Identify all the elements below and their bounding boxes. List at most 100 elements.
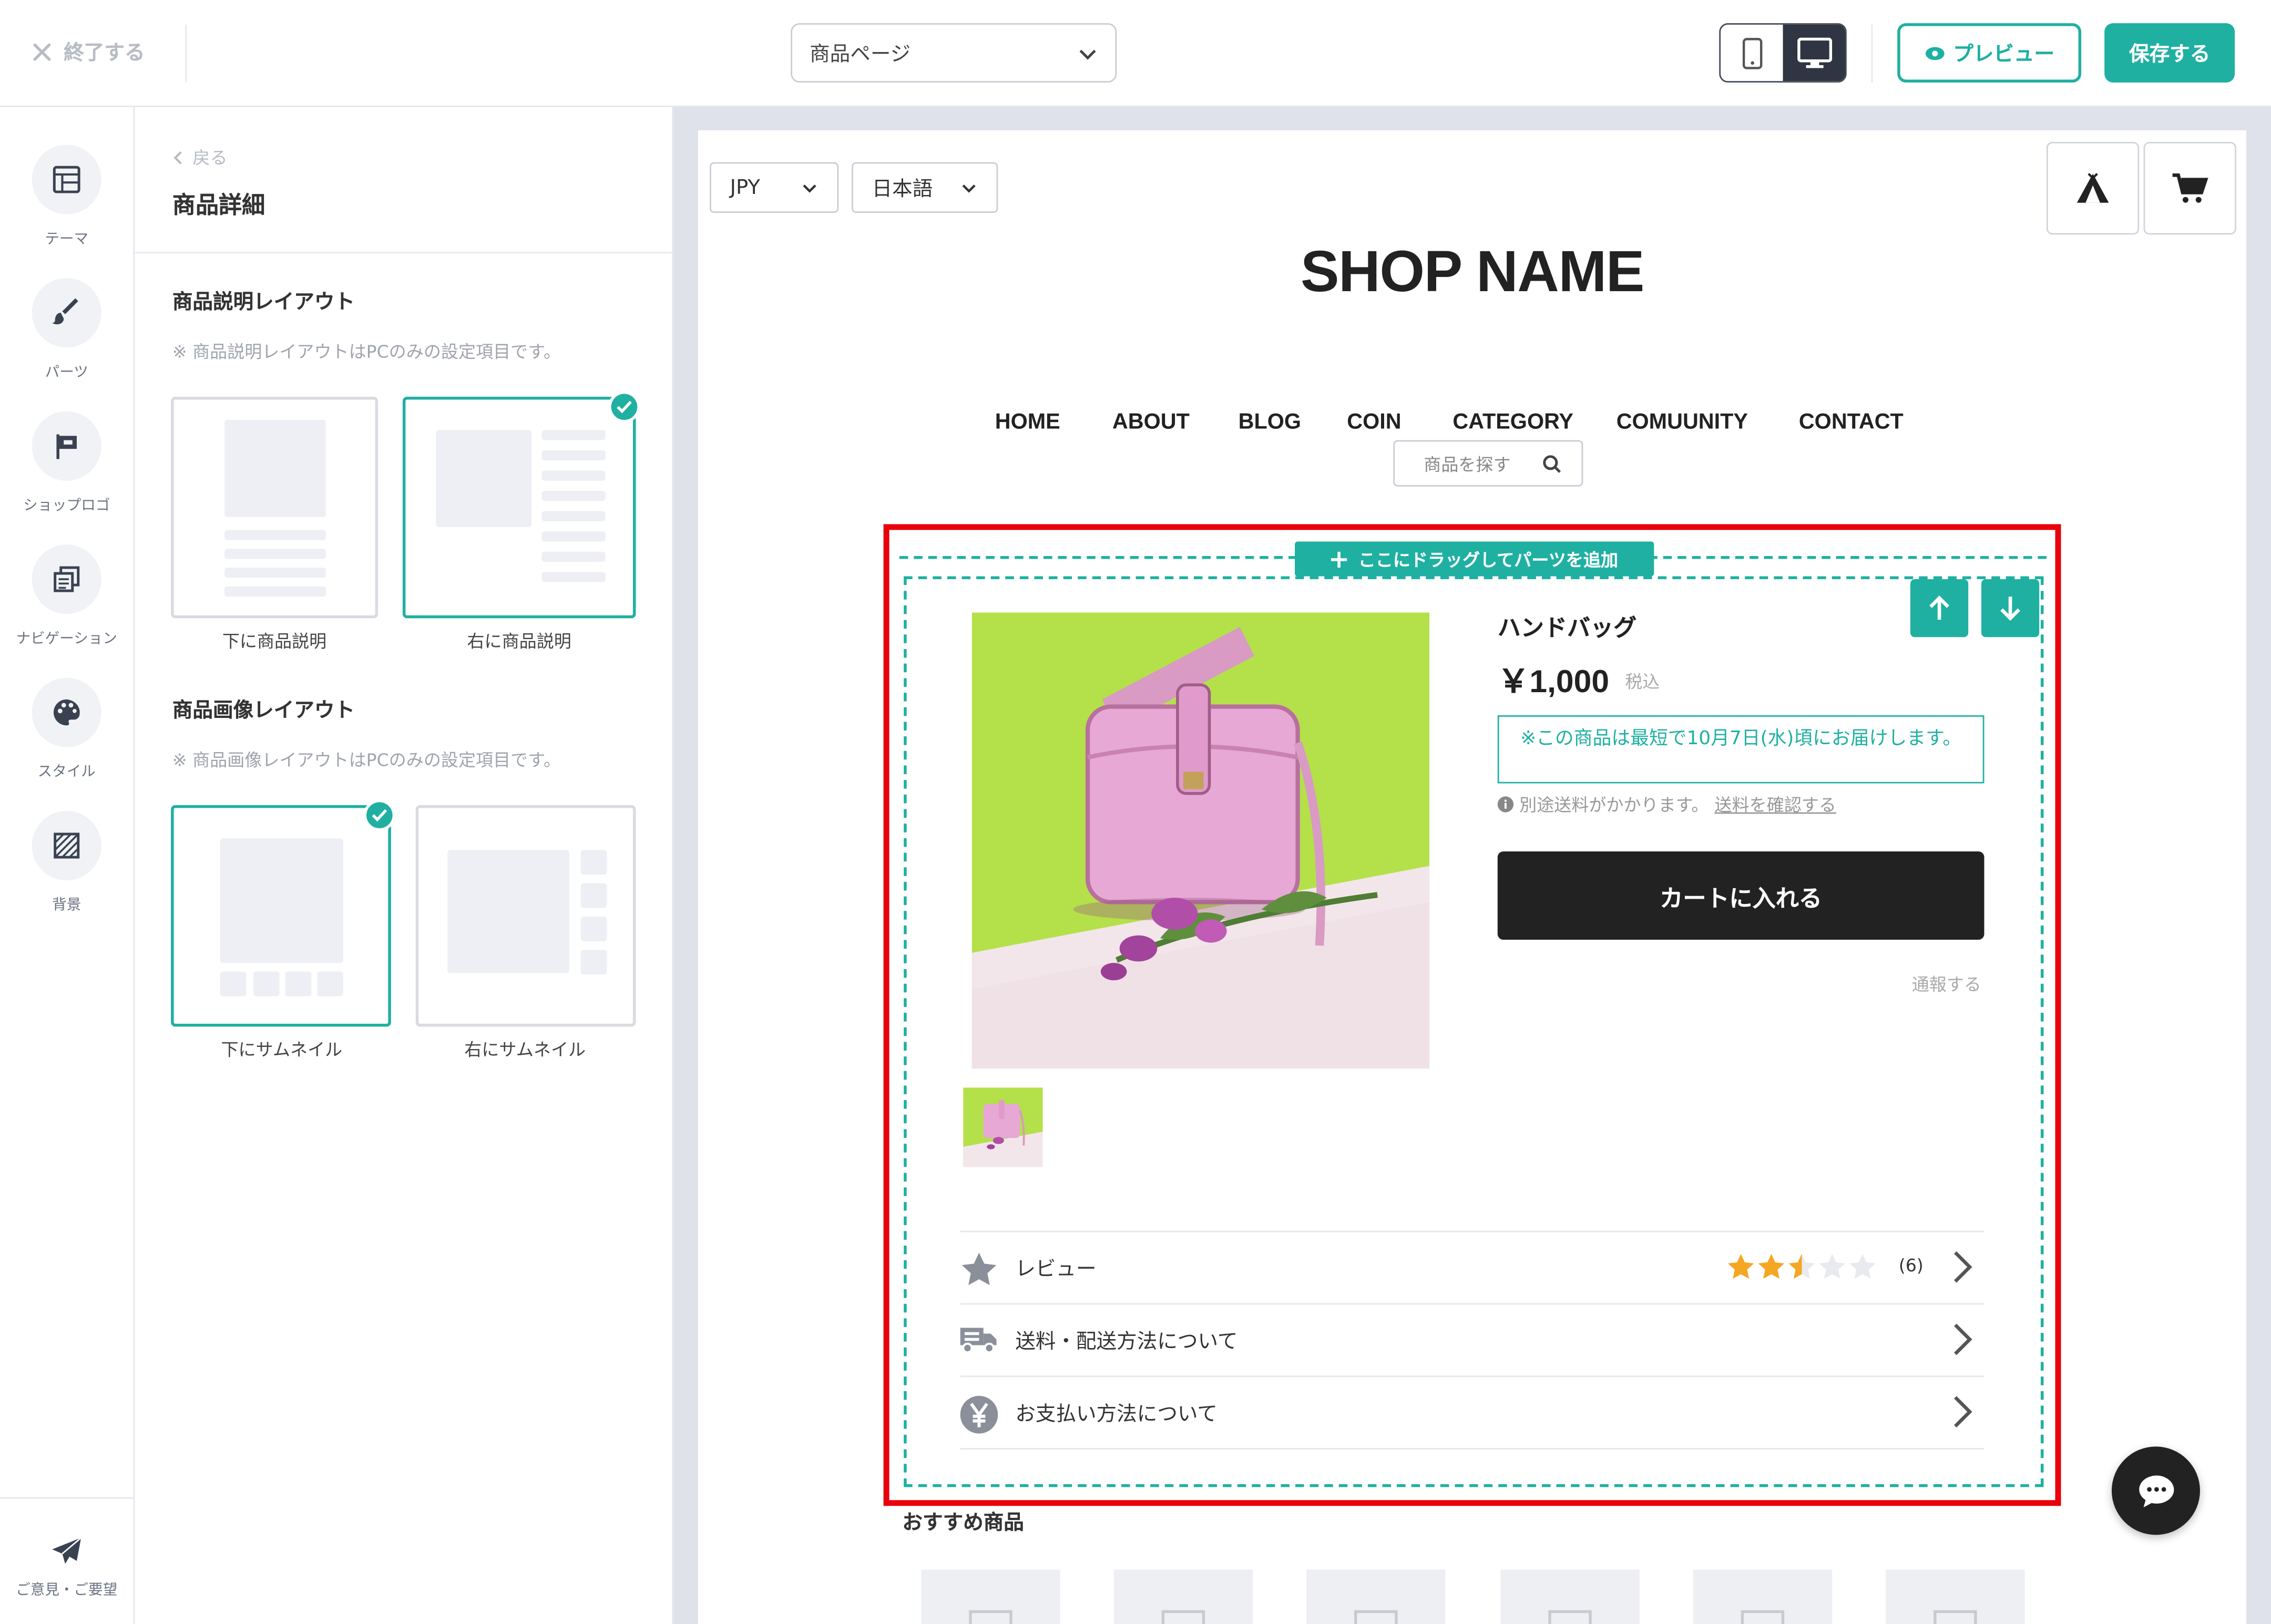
theme-icon: [53, 166, 80, 193]
tent-icon: [2076, 173, 2109, 203]
recommended-item[interactable]: [1693, 1569, 1833, 1624]
currency-select[interactable]: JPY: [709, 162, 839, 213]
desc-layout-note: ※ 商品説明レイアウトはPCのみの設定項目です。: [172, 342, 561, 362]
drag-drop-zone[interactable]: ここにドラッグしてパーツを追加: [1295, 541, 1654, 577]
nav-blog[interactable]: BLOG: [1239, 410, 1301, 435]
chat-bubble-icon: [2138, 1475, 2174, 1507]
search-placeholder: 商品を探す: [1424, 454, 1511, 475]
rail-label: ナビゲーション: [16, 631, 117, 647]
shipping-info-row[interactable]: 送料・配送方法について: [960, 1303, 1984, 1376]
truck-icon: [960, 1328, 997, 1354]
recommended-title: おすすめ商品: [902, 1512, 1024, 1535]
layout-preview-line: [224, 567, 326, 578]
shipping-check-link[interactable]: 送料を確認する: [1715, 792, 1836, 817]
recommended-item[interactable]: [1113, 1569, 1253, 1624]
star-rating: [1726, 1252, 1877, 1281]
layout-preview-thumb: [580, 950, 607, 975]
image-layout-note: ※ 商品画像レイアウトはPCのみの設定項目です。: [172, 750, 561, 770]
exit-button[interactable]: 終了する: [32, 35, 145, 69]
review-count: (6): [1898, 1255, 1924, 1276]
divider: [960, 1448, 1984, 1450]
cart-icon: [2172, 173, 2208, 203]
chevron-down-icon: [1079, 49, 1096, 59]
language-select[interactable]: 日本語: [851, 162, 998, 213]
mobile-view-button[interactable]: [1721, 25, 1783, 81]
rail-icon-circle: [32, 277, 101, 348]
layout-preview-line: [224, 530, 326, 540]
move-up-button[interactable]: [1910, 579, 1969, 638]
nav-contact[interactable]: CONTACT: [1799, 410, 1904, 435]
arrow-up-icon: [1929, 595, 1949, 620]
review-row[interactable]: レビュー (6): [960, 1230, 1984, 1303]
layout-preview-thumb: [253, 971, 280, 996]
back-link[interactable]: 戻る: [172, 145, 228, 170]
layout-option-label: 下に商品説明: [222, 631, 327, 652]
recommended-item[interactable]: [1306, 1569, 1446, 1624]
chevron-down-icon: [962, 183, 976, 192]
nav-category[interactable]: CATEGORY: [1452, 410, 1573, 435]
rail-item-parts[interactable]: パーツ: [0, 277, 133, 381]
recommended-item[interactable]: [921, 1569, 1060, 1624]
rail-label: 背景: [52, 898, 81, 914]
panel-title: 商品詳細: [172, 191, 265, 219]
tax-label: 税込: [1625, 672, 1660, 692]
layout-preview-thumb: [220, 971, 247, 996]
cart-button[interactable]: [2143, 141, 2236, 235]
star-icon: [961, 1252, 997, 1286]
exit-label: 終了する: [64, 42, 145, 65]
add-to-cart-button[interactable]: カートに入れる: [1497, 851, 1984, 940]
image-placeholder-icon: [1934, 1610, 1977, 1624]
layout-option-thumb-right[interactable]: [415, 805, 636, 1027]
chevron-right-icon: [1954, 1396, 1972, 1428]
smartphone-icon: [1742, 37, 1762, 69]
nav-about[interactable]: ABOUT: [1112, 410, 1190, 435]
layout-preview-line: [541, 511, 606, 521]
nav-coin[interactable]: COIN: [1347, 410, 1401, 435]
plus-icon: [1331, 551, 1347, 567]
rail-item-navigation[interactable]: ナビゲーション: [0, 544, 133, 647]
payment-info-row[interactable]: お支払い方法について: [960, 1375, 1984, 1448]
chevron-left-icon: [173, 150, 182, 164]
layout-option-thumb-below[interactable]: [171, 805, 391, 1027]
rail-item-shop-logo[interactable]: ショップロゴ: [0, 411, 133, 514]
nav-home[interactable]: HOME: [995, 410, 1060, 435]
delivery-notice: ※この商品は最短で10月7日(水)頃にお届けします。: [1497, 715, 1984, 784]
chat-button[interactable]: [2111, 1446, 2200, 1535]
layout-preview-line: [541, 551, 606, 562]
nav-community[interactable]: COMUUNITY: [1617, 410, 1748, 435]
preview-button[interactable]: プレビュー: [1897, 23, 2082, 83]
product-price: ￥1,000: [1497, 663, 1610, 700]
palette-icon: [53, 699, 80, 726]
product-image[interactable]: [971, 612, 1430, 1069]
pc-view-button[interactable]: [1783, 24, 1845, 81]
rail-item-background[interactable]: 背景: [0, 810, 133, 914]
rail-label: スタイル: [37, 764, 96, 780]
recommended-item[interactable]: [1500, 1569, 1640, 1624]
eye-icon: [1925, 46, 1944, 59]
device-toggle: [1719, 23, 1847, 83]
product-search[interactable]: 商品を探す: [1393, 440, 1583, 487]
search-icon: [1543, 454, 1561, 472]
save-button[interactable]: 保存する: [2104, 23, 2235, 83]
rail-label: テーマ: [45, 231, 89, 248]
flag-icon: [56, 434, 77, 459]
recommended-item[interactable]: [1886, 1569, 2025, 1624]
product-thumbnail[interactable]: [963, 1087, 1043, 1167]
move-down-button[interactable]: [1981, 579, 2040, 638]
monitor-icon: [1796, 37, 1832, 68]
feedback-button[interactable]: ご意見・ご要望: [0, 1497, 134, 1624]
report-link[interactable]: 通報する: [1912, 972, 1981, 996]
layout-preview-line: [224, 586, 326, 597]
layout-option-desc-right[interactable]: [402, 396, 636, 619]
payment-info-label: お支払い方法について: [1015, 1402, 1218, 1426]
navigation-icon: [54, 566, 80, 592]
layout-preview-line: [541, 490, 606, 501]
chevron-down-icon: [803, 183, 816, 192]
tent-button[interactable]: [2046, 141, 2140, 235]
top-bar: 終了する 商品ページ プレビュー 保存する: [0, 0, 2271, 107]
page-select[interactable]: 商品ページ: [791, 23, 1117, 83]
rail-item-theme[interactable]: テーマ: [0, 145, 133, 248]
rail-item-style[interactable]: スタイル: [0, 677, 133, 780]
layout-preview-thumb: [580, 916, 607, 941]
layout-option-desc-below[interactable]: [171, 396, 378, 619]
